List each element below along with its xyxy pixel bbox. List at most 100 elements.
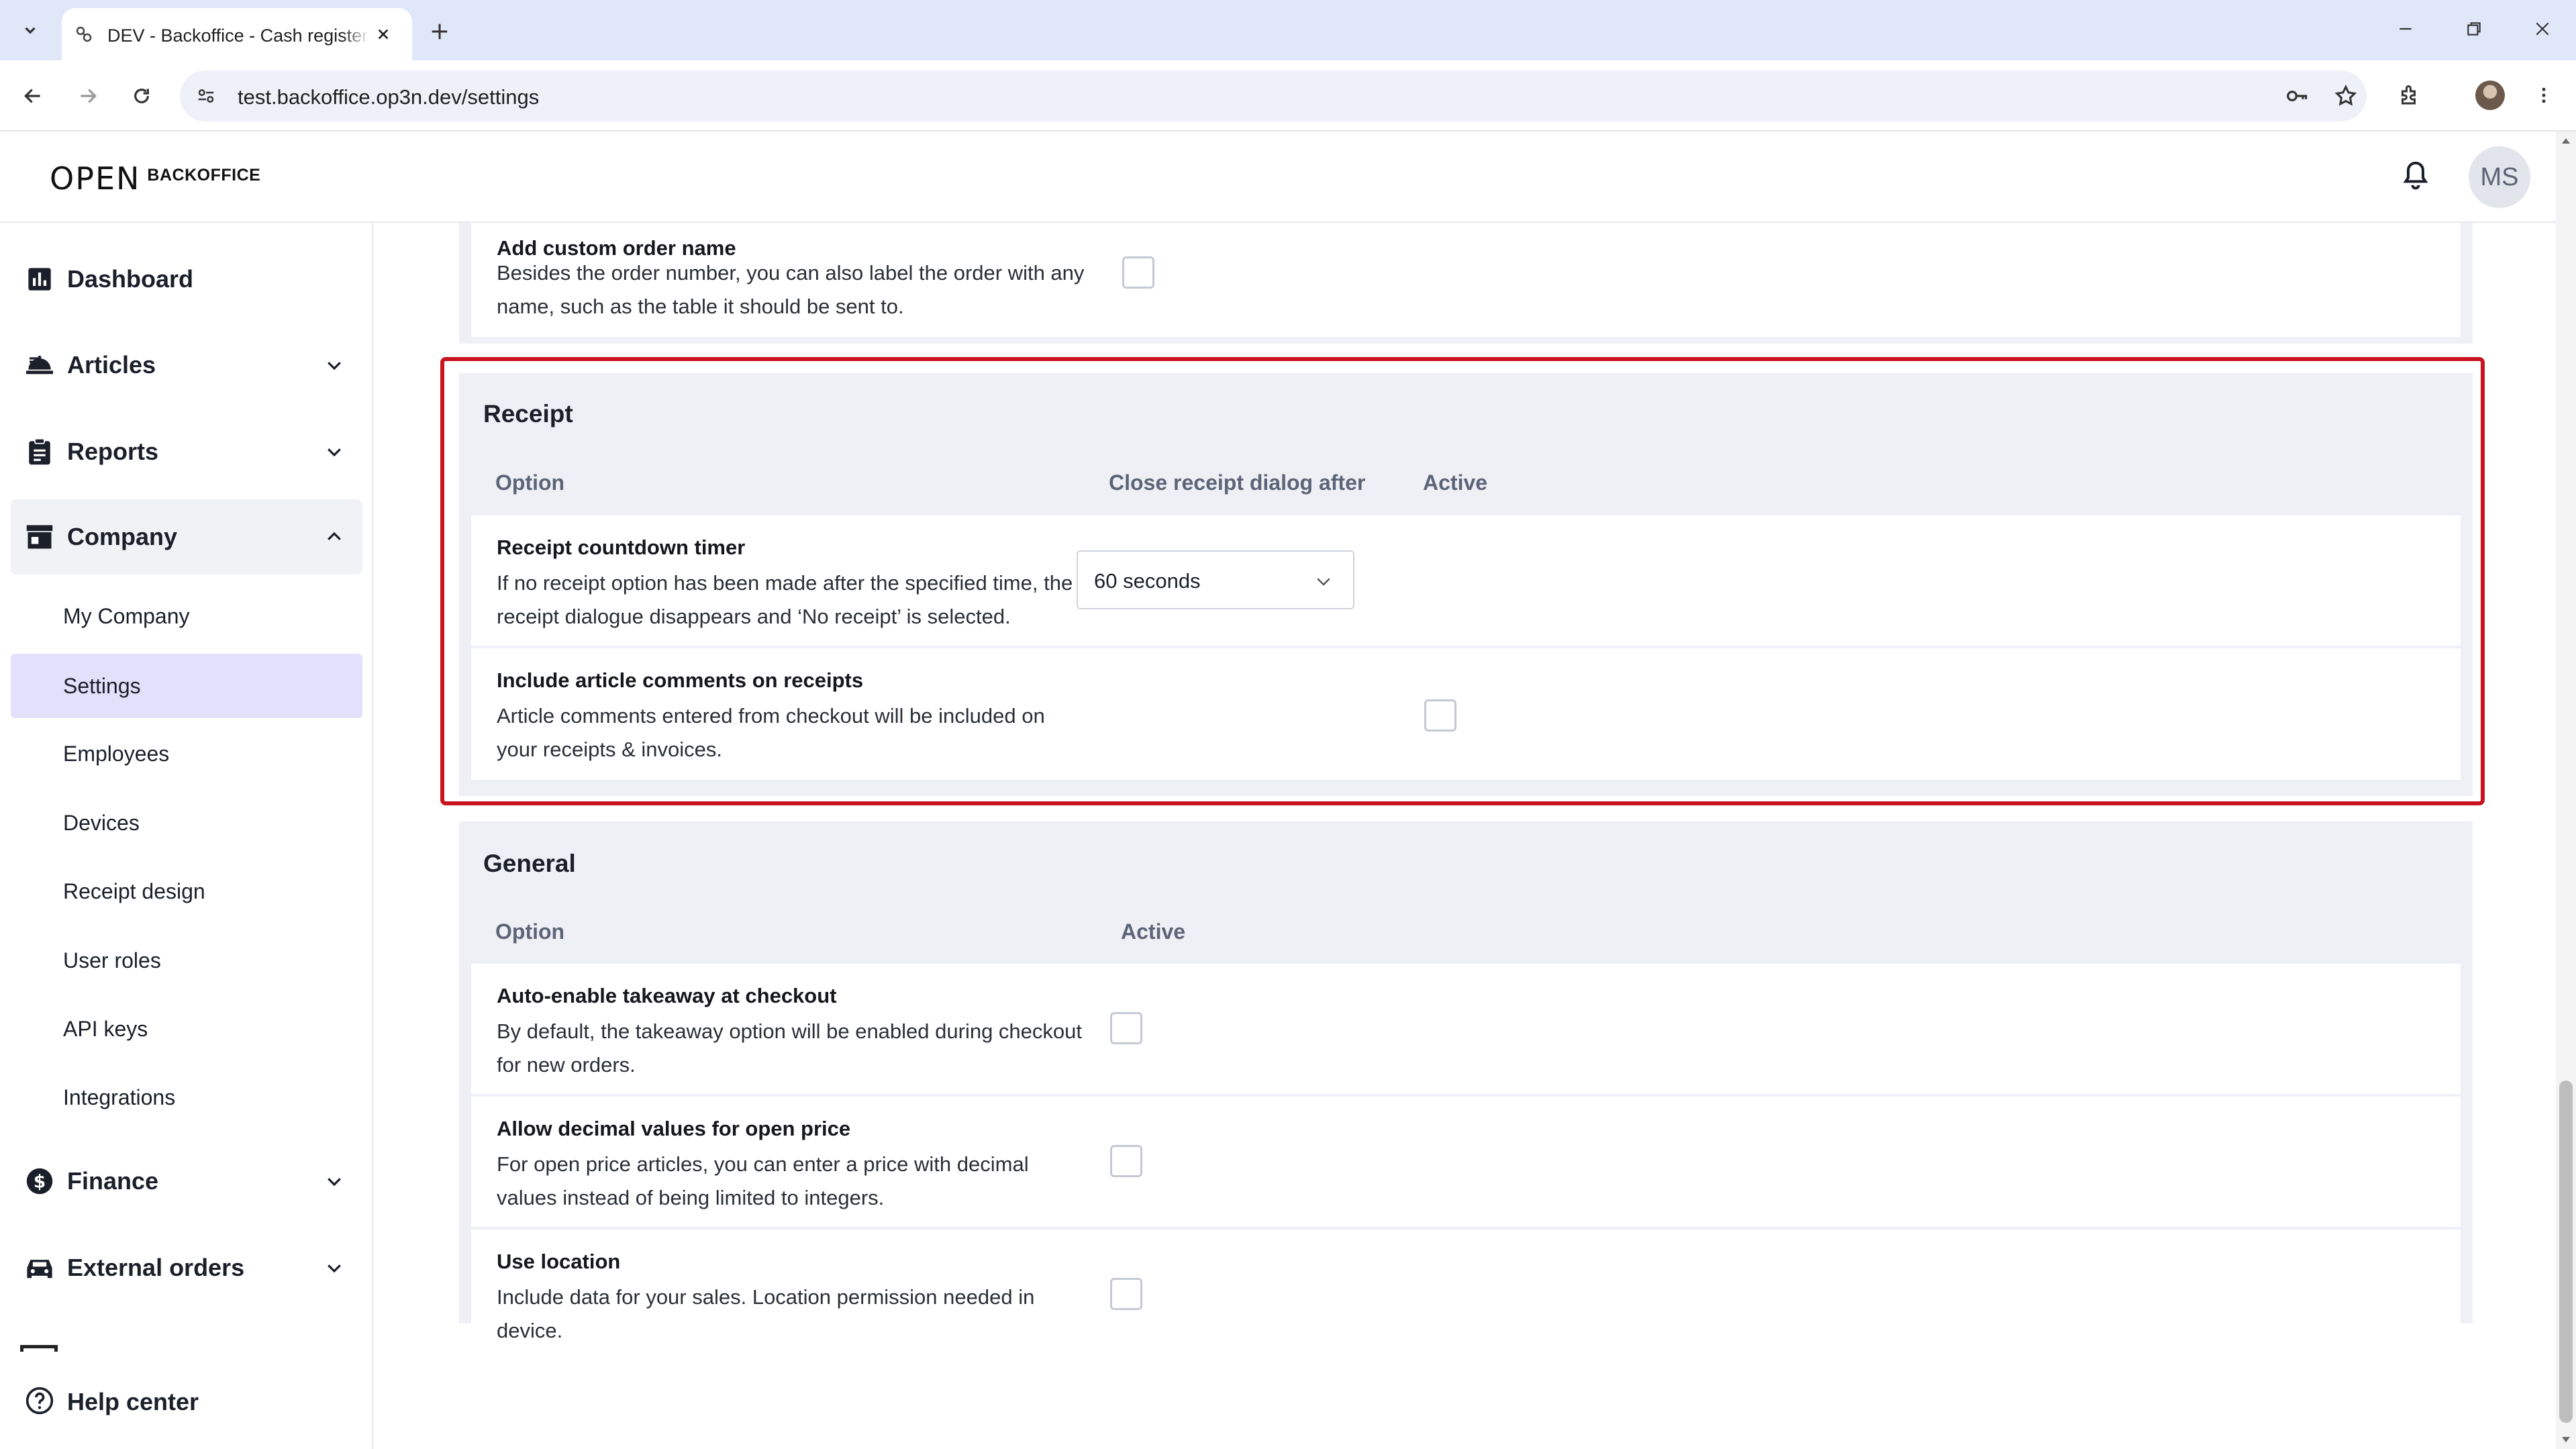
bookmark-star-icon[interactable] bbox=[2329, 79, 2363, 113]
profile-button[interactable] bbox=[2471, 77, 2509, 114]
section-title: General bbox=[483, 850, 576, 877]
minimize-button[interactable] bbox=[2385, 12, 2426, 46]
chevron-down-icon bbox=[321, 1168, 348, 1195]
sidebar-item-dashboard[interactable]: Dashboard bbox=[11, 242, 362, 317]
sidebar-item-external-orders[interactable]: External orders bbox=[11, 1230, 362, 1305]
sidebar-subitem-label: Integrations bbox=[63, 1085, 176, 1109]
arrow-left-icon bbox=[24, 89, 40, 103]
restore-button[interactable] bbox=[2454, 12, 2494, 46]
sidebar-subitem-api-keys[interactable]: API keys bbox=[11, 997, 362, 1061]
option-description: Article comments entered from checkout w… bbox=[497, 704, 1045, 761]
sidebar-subitem-devices[interactable]: Devices bbox=[11, 791, 362, 855]
option-row-decimal-open-price: Allow decimal values for open price For … bbox=[471, 1097, 2461, 1227]
select-value: 60 seconds bbox=[1094, 569, 1201, 593]
sidebar-item-label: Articles bbox=[67, 351, 156, 379]
option-row-takeaway: Auto-enable takeaway at checkout By defa… bbox=[471, 964, 2461, 1094]
scrollbar-thumb[interactable] bbox=[2559, 1081, 2573, 1423]
notifications-bell-icon[interactable] bbox=[2397, 158, 2434, 195]
decimal-open-price-checkbox[interactable] bbox=[1110, 1145, 1142, 1177]
column-header-active: Active bbox=[1423, 470, 1488, 495]
sidebar-subitem-label: Receipt design bbox=[63, 879, 205, 903]
chevron-up-icon bbox=[321, 523, 348, 550]
option-row-receipt-countdown: Receipt countdown timer If no receipt op… bbox=[471, 515, 2461, 646]
close-window-button[interactable] bbox=[2522, 12, 2563, 46]
reload-icon bbox=[134, 89, 149, 103]
option-description: Besides the order number, you can also l… bbox=[497, 261, 1085, 318]
browser-tab-bar: DEV - Backoffice - Cash register bbox=[0, 0, 2576, 60]
clipboard-icon bbox=[24, 436, 55, 467]
sidebar-subitem-label: API keys bbox=[63, 1017, 148, 1041]
option-title: Allow decimal values for open price bbox=[497, 1117, 851, 1140]
option-description: If no receipt option has been made after… bbox=[497, 571, 1073, 628]
sidebar: Dashboard Articles Reports Company My Co… bbox=[0, 223, 373, 1449]
sidebar-subitem-integrations[interactable]: Integrations bbox=[11, 1065, 362, 1130]
option-description: For open price articles, you can enter a… bbox=[497, 1152, 1029, 1209]
page-scrollbar[interactable] bbox=[2556, 132, 2576, 1449]
browser-menu-icon[interactable] bbox=[2525, 77, 2563, 114]
extensions-icon[interactable] bbox=[2391, 77, 2428, 114]
article-comments-checkbox[interactable] bbox=[1424, 699, 1456, 732]
chevron-down-icon bbox=[321, 438, 348, 465]
arrow-right-icon bbox=[81, 89, 97, 103]
sidebar-item-articles[interactable]: Articles bbox=[11, 328, 362, 403]
forward-button[interactable] bbox=[70, 78, 106, 114]
sidebar-subitem-label: Devices bbox=[63, 811, 140, 835]
help-center-link[interactable]: Help center bbox=[11, 1364, 362, 1438]
scroll-up-arrow-icon[interactable] bbox=[2562, 138, 2570, 144]
option-description: By default, the takeaway option will be … bbox=[497, 1019, 1083, 1077]
custom-order-name-checkbox[interactable] bbox=[1122, 256, 1154, 289]
user-avatar[interactable]: MS bbox=[2469, 146, 2530, 208]
column-header-active: Active bbox=[1121, 919, 1186, 944]
browser-tab[interactable]: DEV - Backoffice - Cash register bbox=[62, 8, 412, 60]
restore-icon bbox=[2467, 22, 2481, 36]
address-bar[interactable]: test.backoffice.op3n.dev/settings bbox=[180, 70, 2367, 121]
plus-icon bbox=[432, 23, 448, 40]
sidebar-item-company[interactable]: Company bbox=[11, 499, 362, 574]
bar-chart-icon bbox=[24, 264, 55, 295]
option-title: Auto-enable takeaway at checkout bbox=[497, 984, 837, 1007]
column-header-option: Option bbox=[495, 919, 565, 944]
option-title: Receipt countdown timer bbox=[497, 536, 746, 559]
sidebar-subitem-employees[interactable]: Employees bbox=[11, 721, 362, 786]
logo-subtitle: BACKOFFICE bbox=[147, 165, 261, 185]
sidebar-subitem-settings[interactable]: Settings bbox=[11, 654, 362, 718]
sidebar-item-finance[interactable]: $ Finance bbox=[11, 1144, 362, 1219]
store-icon bbox=[24, 521, 55, 552]
option-title: Include article comments on receipts bbox=[497, 668, 864, 692]
chevron-down-icon bbox=[321, 352, 348, 379]
close-icon bbox=[2536, 22, 2549, 36]
sidebar-item-label: Company bbox=[67, 523, 178, 550]
tab-title: DEV - Backoffice - Cash register bbox=[107, 26, 369, 46]
takeaway-checkbox[interactable] bbox=[1110, 1012, 1142, 1044]
sidebar-item-label: Dashboard bbox=[67, 265, 194, 293]
sidebar-subitem-label: User roles bbox=[63, 948, 161, 972]
tab-search-button[interactable] bbox=[15, 15, 46, 46]
chevron-down-icon bbox=[25, 27, 36, 34]
new-tab-button[interactable] bbox=[424, 16, 455, 47]
option-row-use-location: Use location Include data for your sales… bbox=[471, 1230, 2461, 1358]
logo-brand: OPEN bbox=[50, 160, 141, 197]
section-title: Receipt bbox=[483, 400, 573, 428]
sidebar-item-reports[interactable]: Reports bbox=[11, 414, 362, 489]
tab-close-icon[interactable] bbox=[372, 23, 395, 46]
sidebar-subitem-receipt-design[interactable]: Receipt design bbox=[11, 859, 362, 923]
column-header-close-after: Close receipt dialog after bbox=[1109, 470, 1366, 495]
use-location-checkbox[interactable] bbox=[1110, 1278, 1142, 1310]
scroll-down-arrow-icon[interactable] bbox=[2562, 1437, 2570, 1442]
password-key-icon[interactable] bbox=[2281, 79, 2314, 113]
site-info-icon[interactable] bbox=[189, 79, 223, 113]
reload-button[interactable] bbox=[123, 78, 160, 114]
car-icon bbox=[24, 1252, 55, 1283]
help-circle-icon bbox=[24, 1385, 55, 1416]
food-tray-icon bbox=[24, 350, 55, 381]
logo[interactable]: OPEN BACKOFFICE bbox=[50, 158, 260, 199]
sidebar-item-label: External orders bbox=[67, 1254, 245, 1281]
back-button[interactable] bbox=[15, 78, 51, 114]
sidebar-subitem-my-company[interactable]: My Company bbox=[11, 584, 362, 648]
section-receipt: Receipt Option Close receipt dialog afte… bbox=[459, 373, 2473, 796]
column-header-option: Option bbox=[495, 470, 565, 495]
option-row-article-comments: Include article comments on receipts Art… bbox=[471, 648, 2461, 780]
chevron-down-icon bbox=[1311, 569, 1336, 593]
close-after-select[interactable]: 60 seconds bbox=[1077, 550, 1354, 609]
sidebar-subitem-user-roles[interactable]: User roles bbox=[11, 928, 362, 993]
